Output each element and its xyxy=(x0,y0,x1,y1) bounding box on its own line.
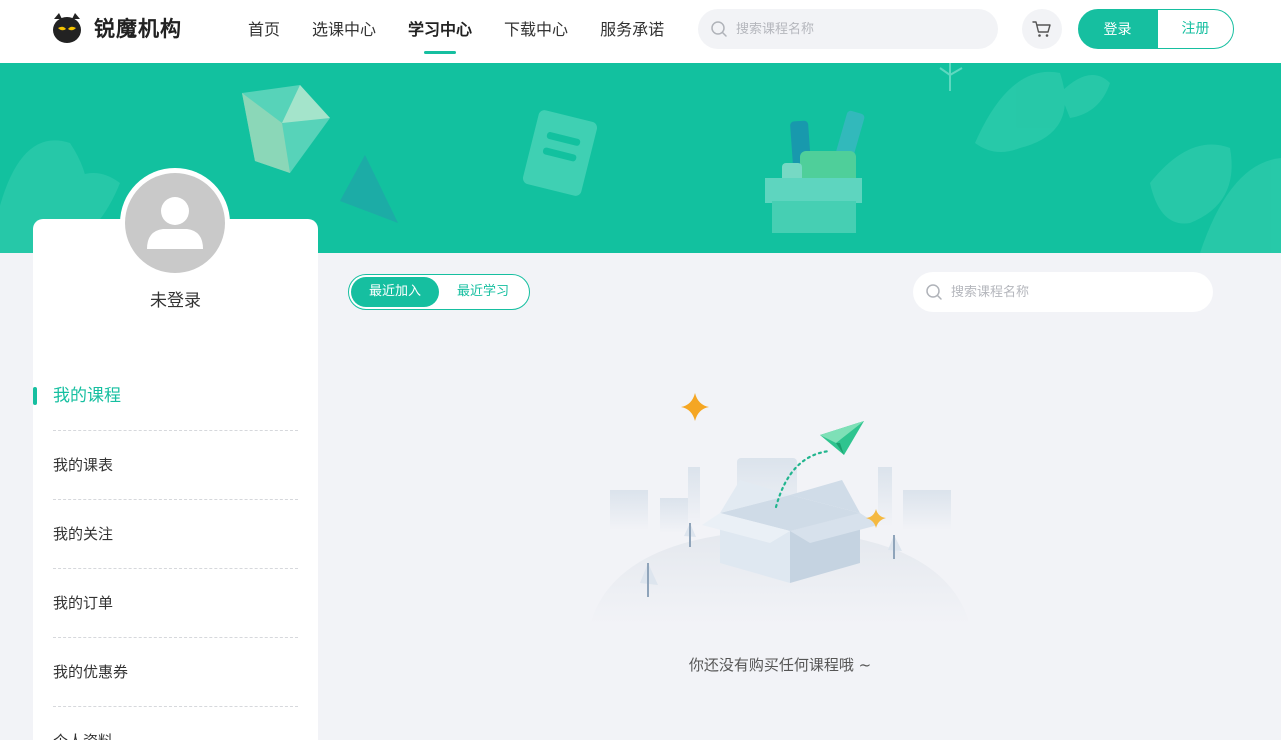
cart-icon xyxy=(1032,21,1051,37)
logo-mascot-icon xyxy=(53,13,81,43)
logo[interactable]: 锐魔机构 xyxy=(50,11,182,45)
header-search xyxy=(698,9,998,49)
nav-service-promise[interactable]: 服务承诺 xyxy=(584,0,680,63)
course-search xyxy=(913,272,1213,312)
search-icon xyxy=(926,284,942,300)
sidebar-item-profile[interactable]: 个人资料 xyxy=(53,707,298,740)
empty-box-illustration xyxy=(590,393,970,625)
logo-text: 锐魔机构 xyxy=(94,17,182,41)
sidebar-item-my-orders[interactable]: 我的订单 xyxy=(53,569,298,638)
main-nav: 首页 选课中心 学习中心 下载中心 服务承诺 xyxy=(232,0,680,63)
course-filter-tabs: 最近加入 最近学习 xyxy=(348,274,530,310)
tab-recently-added[interactable]: 最近加入 xyxy=(351,277,439,307)
nav-download-center[interactable]: 下载中心 xyxy=(488,0,584,63)
sidebar-item-my-follows[interactable]: 我的关注 xyxy=(53,500,298,569)
auth-buttons: 登录 注册 xyxy=(1078,9,1234,49)
sidebar-item-my-schedule[interactable]: 我的课表 xyxy=(53,431,298,500)
nav-learning-center[interactable]: 学习中心 xyxy=(392,0,488,63)
tab-recently-studied[interactable]: 最近学习 xyxy=(439,277,527,307)
nav-home[interactable]: 首页 xyxy=(232,0,296,63)
username-label: 未登录 xyxy=(150,291,201,311)
login-button[interactable]: 登录 xyxy=(1078,9,1157,49)
header-search-input[interactable] xyxy=(736,21,976,37)
top-header: 锐魔机构 首页 选课中心 学习中心 下载中心 服务承诺 登录 注册 xyxy=(0,0,1281,63)
sidebar-item-my-coupons[interactable]: 我的优惠券 xyxy=(53,638,298,707)
sidebar-menu: 我的课程 我的课表 我的关注 我的订单 我的优惠券 个人资料 xyxy=(33,362,318,740)
nav-course-center[interactable]: 选课中心 xyxy=(296,0,392,63)
user-avatar-icon xyxy=(147,197,203,249)
register-button[interactable]: 注册 xyxy=(1157,9,1234,49)
sidebar-item-my-courses[interactable]: 我的课程 xyxy=(33,362,298,431)
course-search-input[interactable] xyxy=(951,284,1191,300)
search-icon xyxy=(711,21,727,37)
empty-state-message: 你还没有购买任何课程哦 ~ xyxy=(688,656,872,674)
cart-button[interactable] xyxy=(1022,9,1062,49)
avatar[interactable] xyxy=(125,173,225,273)
